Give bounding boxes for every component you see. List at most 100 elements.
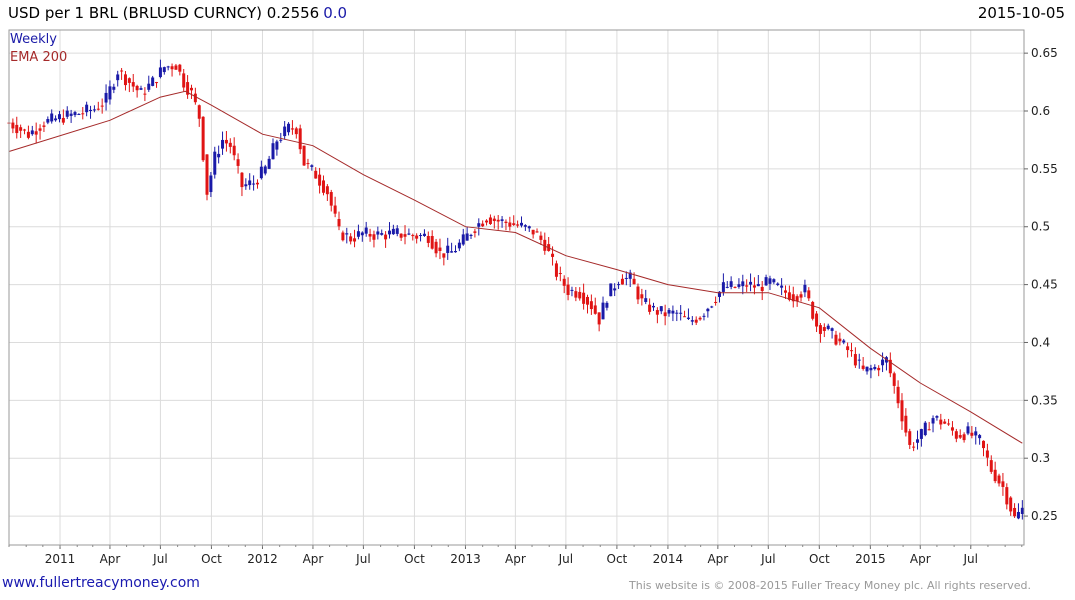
candle-body bbox=[407, 233, 411, 235]
candle-body bbox=[201, 116, 205, 161]
candle-body bbox=[337, 219, 341, 227]
candle-body bbox=[815, 313, 819, 327]
candle-body bbox=[675, 312, 679, 314]
candle-body bbox=[947, 423, 951, 425]
candle-body bbox=[834, 334, 838, 345]
candle-body bbox=[745, 285, 749, 287]
candle-body bbox=[578, 291, 582, 299]
candle-body bbox=[958, 435, 962, 438]
candle-body bbox=[228, 142, 232, 147]
candle-body bbox=[803, 284, 807, 293]
candle-body bbox=[426, 236, 430, 243]
candle-body bbox=[473, 231, 477, 233]
candle-body bbox=[512, 223, 516, 225]
candle-body bbox=[189, 87, 193, 91]
candle-body bbox=[741, 281, 745, 287]
candle-body bbox=[795, 296, 799, 302]
candle-body bbox=[752, 285, 756, 288]
x-tick-label: 2013 bbox=[450, 552, 481, 566]
candle-body bbox=[380, 233, 384, 235]
candle-body bbox=[601, 302, 605, 320]
candle-body bbox=[869, 367, 873, 371]
candle-body bbox=[294, 128, 298, 135]
candle-body bbox=[651, 305, 655, 308]
candle-body bbox=[96, 108, 100, 110]
price-chart: 0.25 0.3 0.35 0.4 0.45 0.5 0.55 0.6 0.65 2011 Apr… bbox=[7, 29, 1058, 566]
candle-body bbox=[500, 219, 504, 221]
plot-frame bbox=[8, 29, 1025, 546]
candle-body bbox=[434, 241, 438, 254]
candle-body bbox=[873, 366, 877, 370]
candle-body bbox=[387, 230, 391, 235]
candle-body bbox=[663, 312, 667, 317]
candle-body bbox=[162, 67, 166, 73]
candle-body bbox=[877, 367, 881, 371]
candle-body bbox=[19, 127, 23, 131]
candle-body bbox=[931, 418, 935, 424]
candle-body bbox=[302, 145, 306, 166]
candle-body bbox=[81, 113, 85, 115]
candle-body bbox=[42, 125, 46, 127]
candle-body bbox=[558, 273, 562, 275]
candle-body bbox=[585, 296, 589, 305]
candle-body bbox=[667, 309, 671, 314]
candle-body bbox=[768, 278, 772, 284]
candle-body bbox=[325, 186, 329, 195]
candle-body bbox=[453, 250, 457, 253]
candle-body bbox=[702, 315, 706, 317]
candle-body bbox=[916, 439, 920, 443]
candle-body bbox=[1005, 487, 1009, 505]
candle-body bbox=[636, 286, 640, 300]
candle-body bbox=[516, 224, 520, 226]
candle-body bbox=[760, 286, 764, 291]
candle-body bbox=[318, 174, 322, 186]
candle-body bbox=[912, 446, 916, 448]
candle-body bbox=[842, 340, 846, 343]
y-tick-label: 0.55 bbox=[1031, 162, 1058, 176]
candle-body bbox=[252, 183, 256, 185]
candle-body bbox=[997, 475, 1001, 484]
legend-ema: EMA 200 bbox=[10, 50, 68, 65]
site-link[interactable]: www.fullertreacymoney.com bbox=[2, 575, 200, 591]
candle-body bbox=[811, 301, 815, 319]
candle-body bbox=[671, 310, 675, 314]
x-tick-label: Apr bbox=[707, 552, 728, 566]
x-tick-label: 2014 bbox=[653, 552, 684, 566]
candle-body bbox=[131, 82, 135, 87]
candle-body bbox=[523, 225, 527, 227]
candle-body bbox=[419, 235, 423, 237]
candle-body bbox=[640, 294, 644, 299]
candle-body bbox=[776, 283, 780, 285]
y-tick-label: 0.3 bbox=[1031, 451, 1050, 465]
legend: Weekly EMA 200 bbox=[10, 31, 67, 67]
y-tick-label: 0.25 bbox=[1031, 509, 1058, 523]
candle-body bbox=[865, 366, 869, 372]
candle-body bbox=[818, 325, 822, 334]
candle-body bbox=[457, 242, 461, 249]
candle-body bbox=[624, 277, 628, 279]
candle-body bbox=[904, 415, 908, 433]
candle-body bbox=[364, 227, 368, 234]
candle-body bbox=[50, 113, 54, 122]
candle-body bbox=[372, 234, 376, 240]
candle-body bbox=[679, 312, 683, 314]
candle-body bbox=[461, 234, 465, 245]
candle-body bbox=[430, 236, 434, 249]
y-tick-label: 0.65 bbox=[1031, 46, 1058, 60]
candle-body bbox=[857, 359, 861, 361]
candle-body bbox=[112, 86, 116, 90]
candle-body bbox=[446, 245, 450, 253]
candle-body bbox=[706, 308, 710, 312]
candle-body bbox=[26, 131, 30, 138]
candle-body bbox=[108, 86, 112, 100]
grid-lines bbox=[9, 30, 1024, 545]
x-tick-label: Oct bbox=[809, 552, 830, 566]
x-tick-label: Apr bbox=[505, 552, 526, 566]
candle-body bbox=[850, 350, 854, 352]
candle-body bbox=[609, 283, 613, 297]
x-tick-label: Jul bbox=[558, 552, 573, 566]
candle-body bbox=[519, 222, 523, 226]
candle-body bbox=[15, 124, 19, 134]
candle-body bbox=[989, 460, 993, 472]
candle-body bbox=[147, 83, 151, 90]
